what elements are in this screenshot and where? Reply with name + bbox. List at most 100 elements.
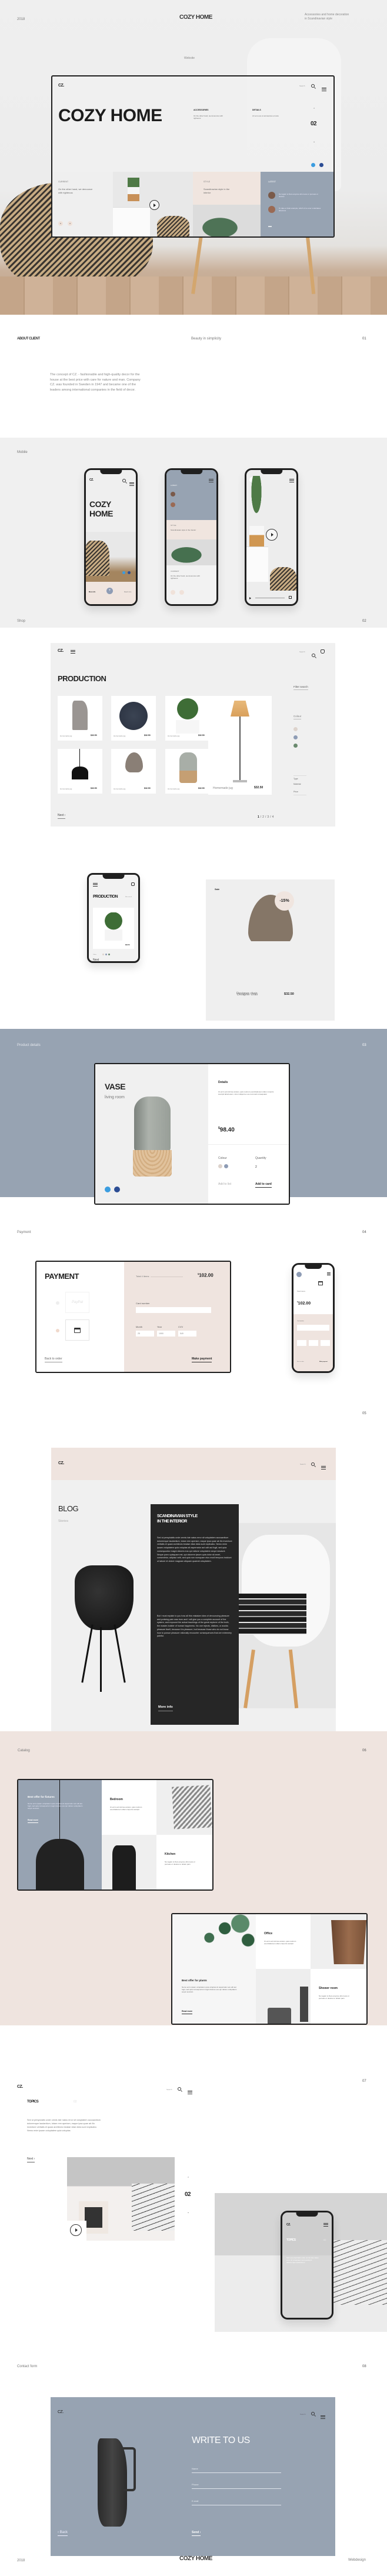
next-page-link[interactable]: Next › [58,814,66,819]
page-link[interactable]: 3 [267,815,269,819]
colour-swatch[interactable] [108,954,110,955]
make-payment-button[interactable]: Make payment [192,1357,212,1362]
card-number-input[interactable] [136,1307,211,1313]
latest-item[interactable]: Nor again is there anyone who loves or p… [268,192,323,199]
search-icon[interactable] [311,1462,315,1466]
read-more-link[interactable]: Read more [124,591,131,593]
shop-logo[interactable]: CZ. [58,649,64,653]
next-button[interactable] [179,590,184,595]
colour-swatch[interactable] [218,1164,222,1168]
shower-tile[interactable]: Shower room Nor again is there anyone wh… [311,1969,366,2024]
site-logo[interactable]: CZ. [58,84,64,88]
more-info-link[interactable]: More info [158,1705,173,1711]
add-to-list-button[interactable]: Add to list [218,1182,231,1186]
back-to-order-link[interactable]: Back to order [45,1357,62,1362]
menu-icon[interactable] [321,2415,325,2419]
fullscreen-icon[interactable] [289,596,292,599]
next-button[interactable]: > [68,221,72,226]
menu-icon[interactable] [129,482,134,486]
topics-next-link[interactable]: Next › [27,2157,35,2162]
mobile-product-card[interactable]: $32.50 [93,908,134,949]
facebook-icon[interactable] [319,163,323,167]
bedroom-tile[interactable]: Bedroom Ut enim ad minima veniam, quis n… [102,1780,156,1835]
product-card[interactable]: Homemade jug $32.50 [58,696,102,741]
month-input[interactable] [136,1331,154,1337]
video-play-mini[interactable] [249,597,251,599]
paypal-radio[interactable] [56,1301,59,1305]
email-input[interactable] [192,2497,281,2505]
contact-search-label[interactable]: Search [300,2413,306,2415]
search-icon[interactable] [312,654,315,657]
shop-search-label[interactable]: Search [299,651,305,653]
page-link[interactable]: 2 [262,815,264,819]
menu-icon[interactable] [321,1466,326,1469]
search-icon[interactable] [311,2412,315,2415]
more-info-link[interactable]: More info [89,591,95,593]
colour-swatch[interactable] [293,727,298,731]
blog-search-label[interactable]: Search [300,1463,306,1465]
product-card[interactable]: Homemade jug $32.50 [165,696,210,741]
colour-swatch[interactable] [224,1164,228,1168]
kitchen-tile[interactable]: Kitchen Nor again is there anyone who lo… [156,1835,212,1889]
colour-swatch[interactable] [293,735,298,739]
card-radio[interactable] [56,1329,59,1332]
cvv-input[interactable] [178,1331,196,1337]
twitter-icon[interactable] [311,163,315,167]
prev-button[interactable] [171,590,175,595]
menu-icon[interactable] [323,2223,328,2227]
year-input[interactable] [309,1340,318,1346]
topics-search-label[interactable]: Search [166,2088,172,2091]
mobile-filter-link[interactable]: Filter search [125,897,132,898]
product-card[interactable]: Homemade jug $32.50 [111,696,156,741]
product-card[interactable]: Homemade jug $32.50 [58,749,102,794]
read-more-link[interactable]: Read more [28,1819,39,1823]
menu-icon[interactable] [209,479,213,482]
play-video-button[interactable] [266,529,278,541]
cart-icon[interactable] [321,649,325,654]
colour-swatch[interactable] [105,954,107,955]
menu-icon[interactable] [322,88,326,91]
colour-swatch[interactable] [293,744,298,748]
facebook-icon[interactable] [128,571,131,574]
name-input[interactable] [192,2465,281,2473]
topics-logo[interactable]: CZ. [17,2085,23,2089]
send-button[interactable]: Send › [192,2531,201,2536]
blog-logo[interactable]: CZ. [58,1461,64,1465]
make-payment-button[interactable]: Make payment [319,1361,328,1362]
filter-search-link[interactable]: Filter search [293,685,308,690]
menu-icon[interactable] [289,479,294,482]
menu-icon[interactable] [71,650,75,654]
facebook-icon[interactable] [114,1187,120,1192]
colour-swatch[interactable] [102,954,104,955]
add-button[interactable]: + [106,588,113,594]
paypal-option[interactable]: PayPal [65,1292,89,1313]
slide-up-arrow[interactable]: ⌃ [313,108,315,111]
quantity-stepper[interactable]: 2 [255,1165,257,1169]
menu-icon[interactable] [93,883,98,887]
mobile-next-link[interactable]: Next [93,958,99,961]
back-button[interactable] [296,1272,302,1277]
menu-icon[interactable] [188,2091,192,2094]
search-icon[interactable] [122,479,126,482]
card-number-input[interactable] [297,1325,329,1331]
filter-type[interactable]: Type [293,775,306,780]
prev-button[interactable]: < [58,221,63,226]
read-more-link[interactable]: Read more [182,2010,193,2014]
twitter-icon[interactable] [122,571,125,574]
site-search-label[interactable]: Search [299,85,305,87]
back-to-order-link[interactable]: Back to order [297,1361,304,1362]
page-link[interactable]: 4 [272,815,274,819]
year-input[interactable] [157,1331,175,1337]
latest-item[interactable]: To take a trivial example, which of us e… [268,206,323,213]
filter-material[interactable]: Material [293,783,306,785]
latest-pagination-dots[interactable] [268,226,272,227]
contact-logo[interactable]: CZ. [58,2410,64,2414]
card-option[interactable] [65,1319,89,1341]
phone-input[interactable] [192,2481,281,2489]
cart-icon[interactable] [131,882,135,886]
month-input[interactable] [297,1340,306,1346]
twitter-icon[interactable] [105,1187,111,1192]
slide-down-arrow[interactable]: ⌄ [187,2211,189,2214]
page-link-active[interactable]: 1 [258,815,259,819]
slide-up-arrow[interactable]: ⌃ [187,2177,189,2180]
